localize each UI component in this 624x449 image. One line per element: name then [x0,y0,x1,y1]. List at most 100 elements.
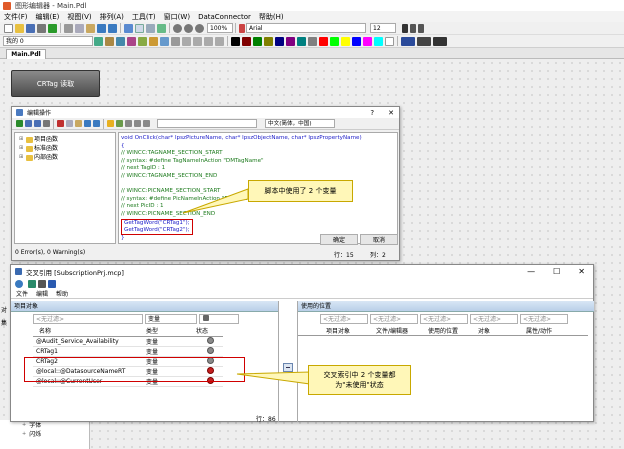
bg-tree-item-blink[interactable]: 闪烁 [29,429,41,438]
align-top-icon[interactable] [204,36,213,46]
menu-window[interactable]: 窗口(W) [164,12,190,22]
color-red-icon[interactable] [319,36,328,46]
color-green-icon[interactable] [253,36,262,46]
zoom-select[interactable]: 100% [207,23,233,33]
filter-right-3[interactable]: <无过滤> [420,314,468,324]
menu-dataconnector[interactable]: DataConnector [198,13,251,21]
zoom-in-icon[interactable] [173,23,182,33]
mirror-icon[interactable] [160,36,169,46]
fill-color-icon[interactable] [417,36,431,46]
font-name-select[interactable]: Arial [246,23,366,33]
cut-icon[interactable] [64,23,73,33]
undo-action-icon[interactable] [84,120,91,127]
filter-right-1[interactable]: <无过滤> [320,314,368,324]
color-magenta-icon[interactable] [363,36,372,46]
grid-icon[interactable] [135,23,144,33]
menu-file[interactable]: 文件(F) [4,12,28,22]
layer-icon[interactable] [157,23,166,33]
indent-icon[interactable] [125,120,132,127]
help-icon[interactable]: ? [370,109,374,117]
close-icon[interactable]: ✕ [388,109,394,117]
color-yellow-icon[interactable] [341,36,350,46]
table-row[interactable]: CRTag1 变量 [33,346,223,357]
underline-icon[interactable] [418,23,424,33]
group-icon[interactable] [105,36,114,46]
maximize-icon[interactable]: ☐ [553,267,560,276]
filter-name[interactable]: <无过滤> [33,314,143,324]
zoom-fit-icon[interactable] [195,23,204,33]
vertical-scrollbar[interactable] [398,132,399,244]
color-navy-icon[interactable] [275,36,284,46]
xref-menu-file[interactable]: 文件 [16,289,28,298]
filter-status[interactable] [199,314,239,324]
new-icon[interactable] [4,23,13,33]
export-xref-icon[interactable] [28,279,36,288]
zoom-out-icon[interactable] [184,23,193,33]
open-icon[interactable] [15,23,24,33]
color-white-icon[interactable] [385,36,394,46]
filter-right-2[interactable]: <无过滤> [370,314,418,324]
undo-icon[interactable] [97,23,106,33]
rotate-icon[interactable] [149,36,158,46]
align-right-icon[interactable] [193,36,202,46]
export-icon[interactable] [34,120,41,127]
align-icon[interactable] [146,23,155,33]
ungroup-icon[interactable] [116,36,125,46]
redo-icon[interactable] [108,23,117,33]
color-lime-icon[interactable] [330,36,339,46]
menu-help[interactable]: 帮助(H) [259,12,284,22]
picture-select-icon[interactable] [116,120,123,127]
xref-close-icon[interactable]: ✕ [578,267,585,276]
ok-button[interactable]: 确定 [320,234,358,245]
color-teal-icon[interactable] [297,36,306,46]
color-darkred-icon[interactable] [242,36,251,46]
outdent-icon[interactable] [134,120,141,127]
save-icon[interactable] [26,23,35,33]
filter-right-4[interactable]: <无过滤> [470,314,518,324]
compile-icon[interactable] [16,120,23,127]
color-cyan-icon[interactable] [374,36,383,46]
color-black-icon[interactable] [231,36,240,46]
color-blue-icon[interactable] [352,36,361,46]
print-xref-icon[interactable] [38,279,46,288]
rcol-object[interactable]: 项目对象 [326,326,376,335]
rcol-file-editor[interactable]: 文件/编辑器 [376,326,428,335]
col-name[interactable]: 名称 [33,326,143,337]
print-action-icon[interactable] [43,120,50,127]
menu-arrange[interactable]: 排列(A) [100,12,124,22]
col-status[interactable]: 状态 [193,326,223,337]
layer-select[interactable]: 我的 0 [3,36,93,46]
color-purple-icon[interactable] [286,36,295,46]
language-select[interactable]: 中文(简体，中国) [265,119,335,128]
comment-icon[interactable] [143,120,150,127]
filter-type[interactable]: 变量 [145,314,197,324]
copy-icon[interactable] [75,23,84,33]
front-icon[interactable] [127,36,136,46]
object-icon[interactable] [94,36,103,46]
paste-action-icon[interactable] [75,120,82,127]
runtime-icon[interactable] [48,23,57,33]
code-search-input[interactable] [157,119,257,128]
filter-right-5[interactable]: <无过滤> [520,314,568,324]
back-icon[interactable] [138,36,147,46]
pointer-icon[interactable] [124,23,133,33]
canvas-button-crtag-read[interactable]: CRTag 读取 [11,70,100,97]
refresh-icon[interactable] [15,279,23,288]
align-left-icon[interactable] [182,36,191,46]
xref-menu-help[interactable]: 帮助 [56,289,68,298]
copy-action-icon[interactable] [66,120,73,127]
menu-view[interactable]: 视图(V) [67,12,91,22]
italic-icon[interactable] [410,23,416,33]
tree-item-project-functions[interactable]: 项目函数 [34,135,58,144]
menu-edit[interactable]: 编辑(E) [36,12,60,22]
rcol-target[interactable]: 对象 [478,326,526,335]
xref-menu-edit[interactable]: 编辑 [36,289,48,298]
text-color-icon[interactable] [433,36,447,46]
paste-icon[interactable] [86,23,95,33]
distribute-icon[interactable] [171,36,180,46]
cancel-button[interactable]: 取消 [360,234,398,245]
font-size-select[interactable]: 12 [370,23,396,33]
help-xref-icon[interactable] [48,279,56,288]
tree-item-internal-functions[interactable]: 内部函数 [34,153,58,162]
bold-icon[interactable] [402,23,408,33]
